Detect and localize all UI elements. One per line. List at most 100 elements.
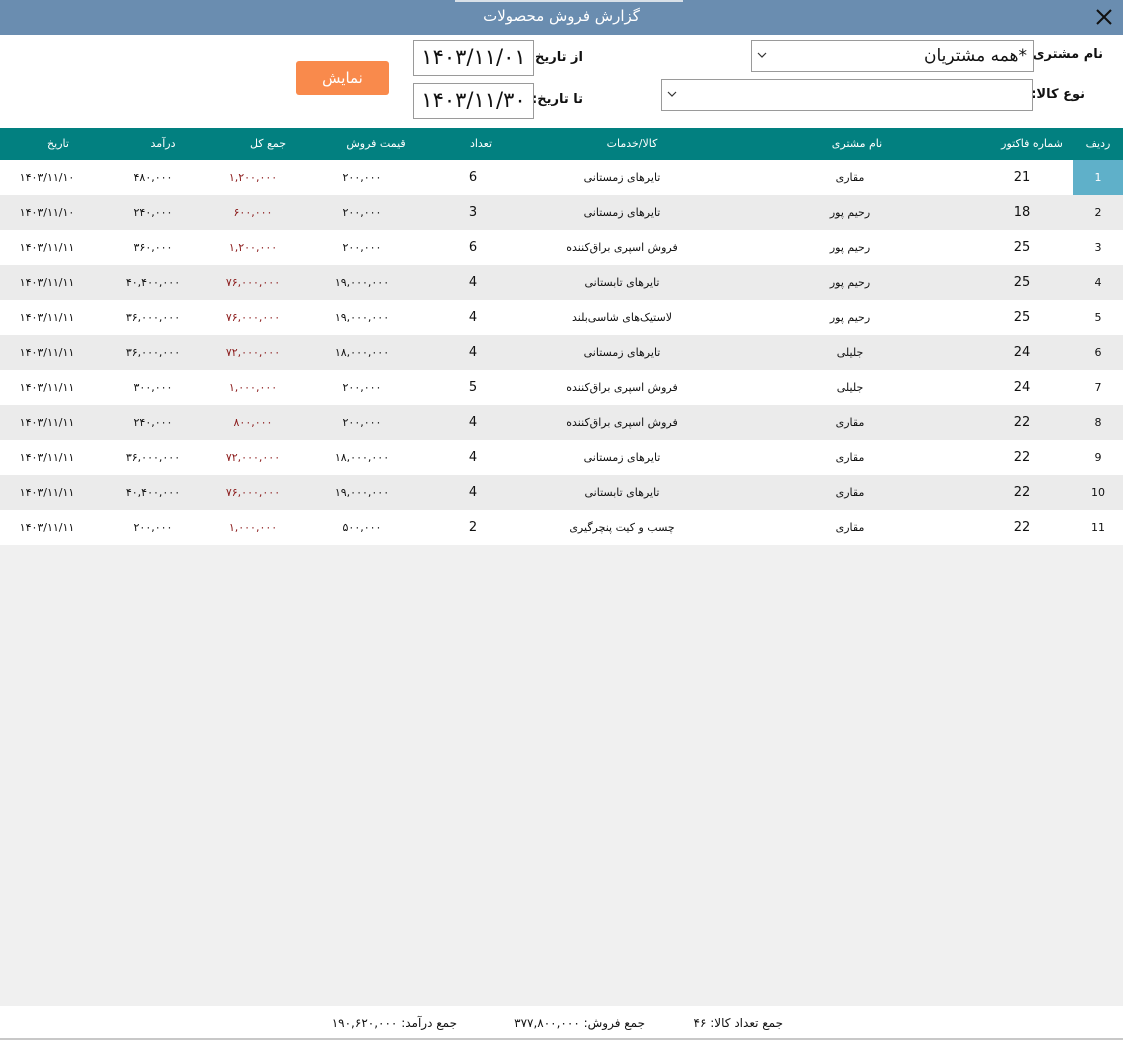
from-date-value: ۱۴۰۳/۱۱/۰۱ xyxy=(421,45,526,69)
cell-invoice: 25 xyxy=(1013,310,1031,325)
to-date-field[interactable]: ۱۴۰۳/۱۱/۳۰ xyxy=(413,83,534,119)
cell-customer: رحیم پور xyxy=(829,311,871,324)
close-icon[interactable] xyxy=(1091,4,1117,30)
chevron-down-icon xyxy=(667,91,677,97)
cell-customer: مقاری xyxy=(835,451,865,464)
cell-date: ۱۴۰۳/۱۱/۱۱ xyxy=(19,241,75,254)
cell-customer: رحیم پور xyxy=(829,241,871,254)
row-number-cell[interactable]: 5 xyxy=(1073,300,1123,335)
cell-product: تایرهای زمستانی xyxy=(583,171,661,184)
cell-qty: 4 xyxy=(468,450,478,465)
cell-customer: رحیم پور xyxy=(829,276,871,289)
cell-qty: 6 xyxy=(468,170,478,185)
cell-total: ۱,۰۰۰,۰۰۰ xyxy=(228,521,278,534)
cell-qty: 4 xyxy=(468,310,478,325)
cell-date: ۱۴۰۳/۱۱/۱۱ xyxy=(19,381,75,394)
table-row[interactable]: 8 22 مقاری فروش اسپری براق‌کننده 4 ۲۰۰,۰۰۰ ۸۰۰… xyxy=(0,405,1123,440)
row-number-cell[interactable]: 6 xyxy=(1073,335,1123,370)
total-income-label: جمع درآمد: xyxy=(401,1016,457,1030)
cell-date: ۱۴۰۳/۱۱/۱۱ xyxy=(19,486,75,499)
cell-qty: 4 xyxy=(468,275,478,290)
cell-total: ۷۲,۰۰۰,۰۰۰ xyxy=(225,346,281,359)
cell-income: ۳۰۰,۰۰۰ xyxy=(133,381,173,394)
row-number: 2 xyxy=(1094,206,1102,219)
customer-select-value: *همه مشتریان xyxy=(924,46,1027,66)
cell-income: ۲۴۰,۰۰۰ xyxy=(133,206,173,219)
table-row[interactable]: 7 24 جلیلی فروش اسپری براق‌کننده 5 ۲۰۰,۰۰۰ ۱,۰… xyxy=(0,370,1123,405)
table-row[interactable]: 1 21 مقاری تایرهای زمستانی 6 ۲۰۰,۰۰۰ ۱,۲۰۰,۰۰۰… xyxy=(0,160,1123,195)
row-number-cell[interactable]: 4 xyxy=(1073,265,1123,300)
chevron-down-icon xyxy=(757,52,767,58)
row-number-cell[interactable]: 2 xyxy=(1073,195,1123,230)
col-total[interactable]: جمع کل xyxy=(250,137,286,150)
window-title: گزارش فروش محصولات xyxy=(483,7,640,25)
cell-date: ۱۴۰۳/۱۱/۱۱ xyxy=(19,416,75,429)
col-date[interactable]: تاریخ xyxy=(47,137,69,150)
row-number-cell[interactable]: 1 xyxy=(1073,160,1123,195)
cell-income: ۴۸۰,۰۰۰ xyxy=(133,171,173,184)
cell-qty: 2 xyxy=(468,520,478,535)
cell-price: ۱۸,۰۰۰,۰۰۰ xyxy=(334,346,390,359)
total-sales-value: ۳۷۷,۸۰۰,۰۰۰ xyxy=(514,1016,580,1030)
cell-invoice: 25 xyxy=(1013,275,1031,290)
row-number-cell[interactable]: 9 xyxy=(1073,440,1123,475)
cell-date: ۱۴۰۳/۱۱/۱۱ xyxy=(19,276,75,289)
table-row[interactable]: 2 18 رحیم پور تایرهای زمستانی 3 ۲۰۰,۰۰۰ ۶۰۰,۰۰… xyxy=(0,195,1123,230)
row-number-cell[interactable]: 7 xyxy=(1073,370,1123,405)
col-price[interactable]: قیمت فروش xyxy=(346,137,405,150)
table-row[interactable]: 4 25 رحیم پور تایرهای تابستانی 4 ۱۹,۰۰۰,۰۰۰ ۷۶… xyxy=(0,265,1123,300)
cell-qty: 5 xyxy=(468,380,478,395)
total-qty: جمع تعداد کالا: ۴۶ xyxy=(694,1016,783,1030)
row-number: 6 xyxy=(1094,346,1102,359)
row-number-cell[interactable]: 3 xyxy=(1073,230,1123,265)
col-product[interactable]: کالا/خدمات xyxy=(607,137,658,150)
row-number-cell[interactable]: 10 xyxy=(1073,475,1123,510)
cell-price: ۱۹,۰۰۰,۰۰۰ xyxy=(334,311,390,324)
product-type-select[interactable] xyxy=(661,79,1033,111)
col-qty[interactable]: تعداد xyxy=(470,137,492,150)
cell-price: ۲۰۰,۰۰۰ xyxy=(342,381,382,394)
from-date-field[interactable]: ۱۴۰۳/۱۱/۰۱ xyxy=(413,40,534,76)
col-row[interactable]: ردیف xyxy=(1086,137,1111,150)
cell-product: تایرهای زمستانی xyxy=(583,451,661,464)
cell-invoice: 22 xyxy=(1013,415,1031,430)
cell-product: فروش اسپری براق‌کننده xyxy=(566,416,678,429)
cell-total: ۷۶,۰۰۰,۰۰۰ xyxy=(225,276,281,289)
cell-price: ۲۰۰,۰۰۰ xyxy=(342,416,382,429)
cell-qty: 4 xyxy=(468,345,478,360)
cell-invoice: 24 xyxy=(1013,380,1031,395)
table-row[interactable]: 6 24 جلیلی تایرهای زمستانی 4 ۱۸,۰۰۰,۰۰۰ ۷۲,۰۰۰… xyxy=(0,335,1123,370)
total-qty-label: جمع تعداد کالا: xyxy=(710,1016,783,1030)
cell-customer: مقاری xyxy=(835,416,865,429)
cell-price: ۵۰۰,۰۰۰ xyxy=(342,521,382,534)
col-income[interactable]: درآمد xyxy=(151,137,176,150)
table-row[interactable]: 10 22 مقاری تایرهای تابستانی 4 ۱۹,۰۰۰,۰۰۰ ۷۶,۰… xyxy=(0,475,1123,510)
table-row[interactable]: 11 22 مقاری چسب و کیت پنچرگیری 2 ۵۰۰,۰۰۰ ۱,۰۰۰… xyxy=(0,510,1123,545)
row-number-cell[interactable]: 11 xyxy=(1073,510,1123,545)
show-button[interactable]: نمایش xyxy=(296,61,389,95)
cell-qty: 4 xyxy=(468,415,478,430)
row-number: 5 xyxy=(1094,311,1102,324)
cell-invoice: 22 xyxy=(1013,485,1031,500)
cell-income: ۳۶,۰۰۰,۰۰۰ xyxy=(125,451,181,464)
cell-date: ۱۴۰۳/۱۱/۱۱ xyxy=(19,521,75,534)
table-row[interactable]: 3 25 رحیم پور فروش اسپری براق‌کننده 6 ۲۰۰,۰۰۰… xyxy=(0,230,1123,265)
cell-qty: 4 xyxy=(468,485,478,500)
cell-product: لاستیک‌های شاسی‌بلند xyxy=(572,311,672,324)
row-number-cell[interactable]: 8 xyxy=(1073,405,1123,440)
report-table: ردیف شماره فاکتور نام مشتری کالا/خدمات ت… xyxy=(0,128,1123,545)
row-number: 8 xyxy=(1094,416,1102,429)
cell-date: ۱۴۰۳/۱۱/۱۰ xyxy=(19,206,75,219)
cell-customer: جلیلی xyxy=(836,346,864,359)
table-row[interactable]: 9 22 مقاری تایرهای زمستانی 4 ۱۸,۰۰۰,۰۰۰ ۷۲,۰۰۰… xyxy=(0,440,1123,475)
cell-customer: مقاری xyxy=(835,521,865,534)
col-customer[interactable]: نام مشتری xyxy=(832,137,882,150)
table-row[interactable]: 5 25 رحیم پور لاستیک‌های شاسی‌بلند 4 ۱۹,۰۰۰,۰… xyxy=(0,300,1123,335)
title-bar: گزارش فروش محصولات xyxy=(0,0,1123,35)
cell-price: ۱۹,۰۰۰,۰۰۰ xyxy=(334,276,390,289)
customer-select[interactable]: *همه مشتریان xyxy=(751,40,1034,72)
cell-product: تایرهای زمستانی xyxy=(583,206,661,219)
col-invoice[interactable]: شماره فاکتور xyxy=(1001,137,1063,150)
cell-invoice: 25 xyxy=(1013,240,1031,255)
cell-price: ۲۰۰,۰۰۰ xyxy=(342,241,382,254)
